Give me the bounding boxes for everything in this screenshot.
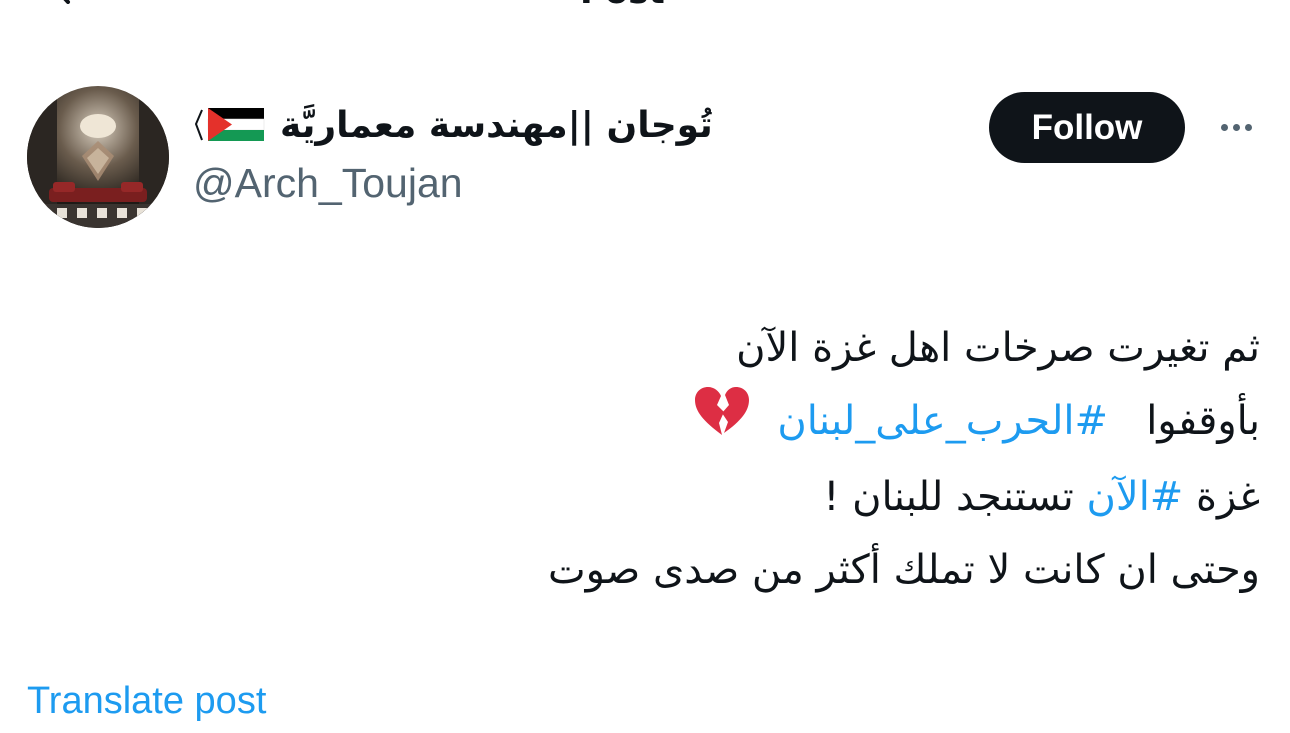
tweet-line-3-suffix: تستنجد للبنان ! [823, 474, 1074, 520]
tweet-line-1: ثم تغيرت صرخات اهل غزة الآن [340, 312, 1260, 385]
hashtag-now[interactable]: #الآن [1087, 474, 1184, 520]
back-arrow-icon[interactable] [52, 0, 72, 4]
tweet-line-2: بأوقفوا #الحرب_على_لبنان [340, 385, 1260, 461]
tweet-line-4: وحتى ان كانت لا تملك أكثر من صدى صوت [340, 534, 1260, 607]
tweet-text: ثم تغيرت صرخات اهل غزة الآن بأوقفوا #الح… [340, 312, 1260, 607]
tweet-line-4-text: وحتى ان كانت لا تملك أكثر من صدى صوت [547, 547, 1260, 593]
broken-heart-icon [693, 385, 751, 461]
top-nav-bar: Post [0, 0, 1290, 18]
tweet-line-3: غزة #الآن تستنجد للبنان ! [340, 461, 1260, 534]
avatar[interactable] [27, 86, 169, 228]
tweet-line-3-prefix: غزة [1196, 474, 1260, 520]
translate-post-link[interactable]: Translate post [27, 680, 266, 723]
follow-button[interactable]: Follow [989, 92, 1185, 163]
more-dot [1244, 123, 1252, 131]
post-page: Post [0, 0, 1290, 733]
more-dot [1232, 123, 1240, 131]
more-dot [1220, 123, 1228, 131]
author-display-name[interactable]: تُوجان ||مهندسة معماريَّة [192, 96, 713, 154]
hashtag-war-on-lebanon[interactable]: #الحرب_على_لبنان [777, 398, 1108, 444]
tweet-line-1-text: ثم تغيرت صرخات اهل غزة الآن [736, 325, 1260, 371]
page-title: Post [580, 0, 665, 12]
author-handle[interactable]: @Arch_Toujan [193, 160, 463, 207]
palestine-flag-icon [192, 102, 270, 148]
more-options-icon[interactable] [1212, 110, 1260, 144]
avatar-image [27, 86, 169, 228]
display-name-text: تُوجان ||مهندسة معماريَّة [280, 104, 713, 146]
tweet-line-2-prefix: بأوقفوا [1146, 398, 1260, 444]
